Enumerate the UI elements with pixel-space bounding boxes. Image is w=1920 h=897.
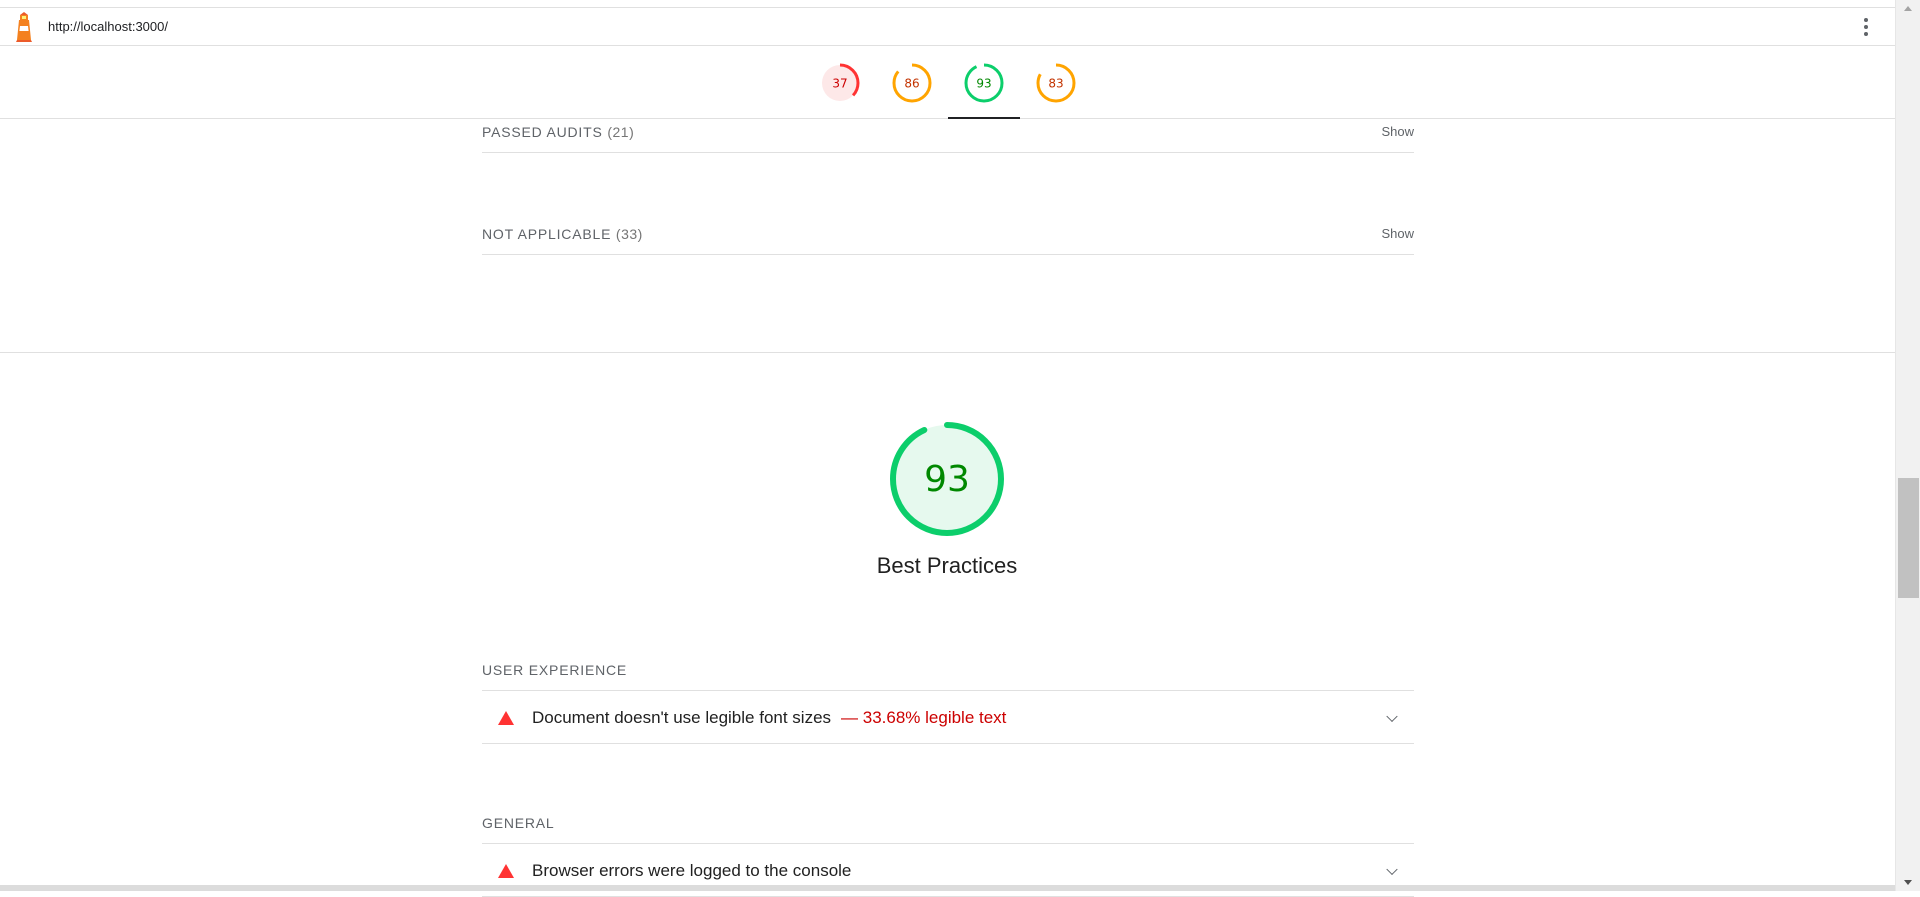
score-tab-performance[interactable]: 37 xyxy=(804,47,876,119)
gauge-icon: 37 xyxy=(820,63,860,103)
report-viewport: http://localhost:3000/ 37 86 93 83 PASSE… xyxy=(0,0,1920,897)
score-tab-strip: 37 86 93 83 xyxy=(0,47,1895,119)
audit-legible-font-sizes[interactable]: Document doesn't use legible font sizes … xyxy=(482,692,1414,744)
gauge-icon: 93 xyxy=(964,63,1004,103)
scroll-down-arrow-icon[interactable] xyxy=(1904,880,1912,885)
group-heading-general: GENERAL xyxy=(482,815,1414,844)
score-tab-best-practices[interactable]: 93 xyxy=(948,47,1020,119)
gauge-icon: 83 xyxy=(1036,63,1076,103)
score-tab-accessibility[interactable]: 86 xyxy=(876,47,948,119)
vertical-scrollbar[interactable] xyxy=(1895,0,1920,891)
category-score-value: 93 xyxy=(924,458,970,500)
score-value: 93 xyxy=(976,77,991,91)
report-url[interactable]: http://localhost:3000/ xyxy=(48,19,168,34)
kebab-menu-icon[interactable] xyxy=(1856,16,1876,38)
score-value: 86 xyxy=(904,77,919,91)
group-label: NOT APPLICABLE xyxy=(482,225,612,242)
show-passed-button[interactable]: Show xyxy=(1381,124,1414,139)
fail-triangle-icon xyxy=(498,710,514,725)
audit-title: Document doesn't use legible font sizes xyxy=(532,707,832,727)
group-title: PASSED AUDITS (21) xyxy=(482,124,634,140)
report-topbar: http://localhost:3000/ xyxy=(0,8,1895,46)
score-value: 37 xyxy=(832,77,847,91)
passed-audits-group[interactable]: PASSED AUDITS (21) Show xyxy=(482,111,1414,153)
not-applicable-group[interactable]: NOT APPLICABLE (33) Show xyxy=(482,213,1414,255)
audit-title: Browser errors were logged to the consol… xyxy=(532,860,852,880)
category-title: Best Practices xyxy=(876,553,1018,578)
section-divider xyxy=(0,352,1895,353)
gauge-icon: 86 xyxy=(892,63,932,103)
fail-triangle-icon xyxy=(498,863,514,878)
show-not-applicable-button[interactable]: Show xyxy=(1381,226,1414,241)
chevron-down-icon[interactable] xyxy=(1386,863,1398,875)
group-heading-user-experience: USER EXPERIENCE xyxy=(482,662,1414,691)
score-value: 83 xyxy=(1048,77,1063,91)
audit-display-value: — 33.68% legible text xyxy=(841,707,1007,727)
score-tab-seo[interactable]: 83 xyxy=(1020,47,1092,119)
group-title: NOT APPLICABLE (33) xyxy=(482,226,643,242)
scrollbar-thumb[interactable] xyxy=(1898,478,1919,598)
category-score-gauge: 93 xyxy=(888,420,1006,538)
window-bottom-edge xyxy=(0,885,1895,891)
group-count: (21) xyxy=(607,123,635,140)
window-top-edge xyxy=(0,0,1895,8)
chevron-down-icon[interactable] xyxy=(1386,710,1398,722)
group-label: PASSED AUDITS xyxy=(482,123,603,140)
scroll-up-arrow-icon[interactable] xyxy=(1904,6,1912,11)
group-count: (33) xyxy=(615,225,643,242)
lighthouse-icon xyxy=(16,12,32,42)
